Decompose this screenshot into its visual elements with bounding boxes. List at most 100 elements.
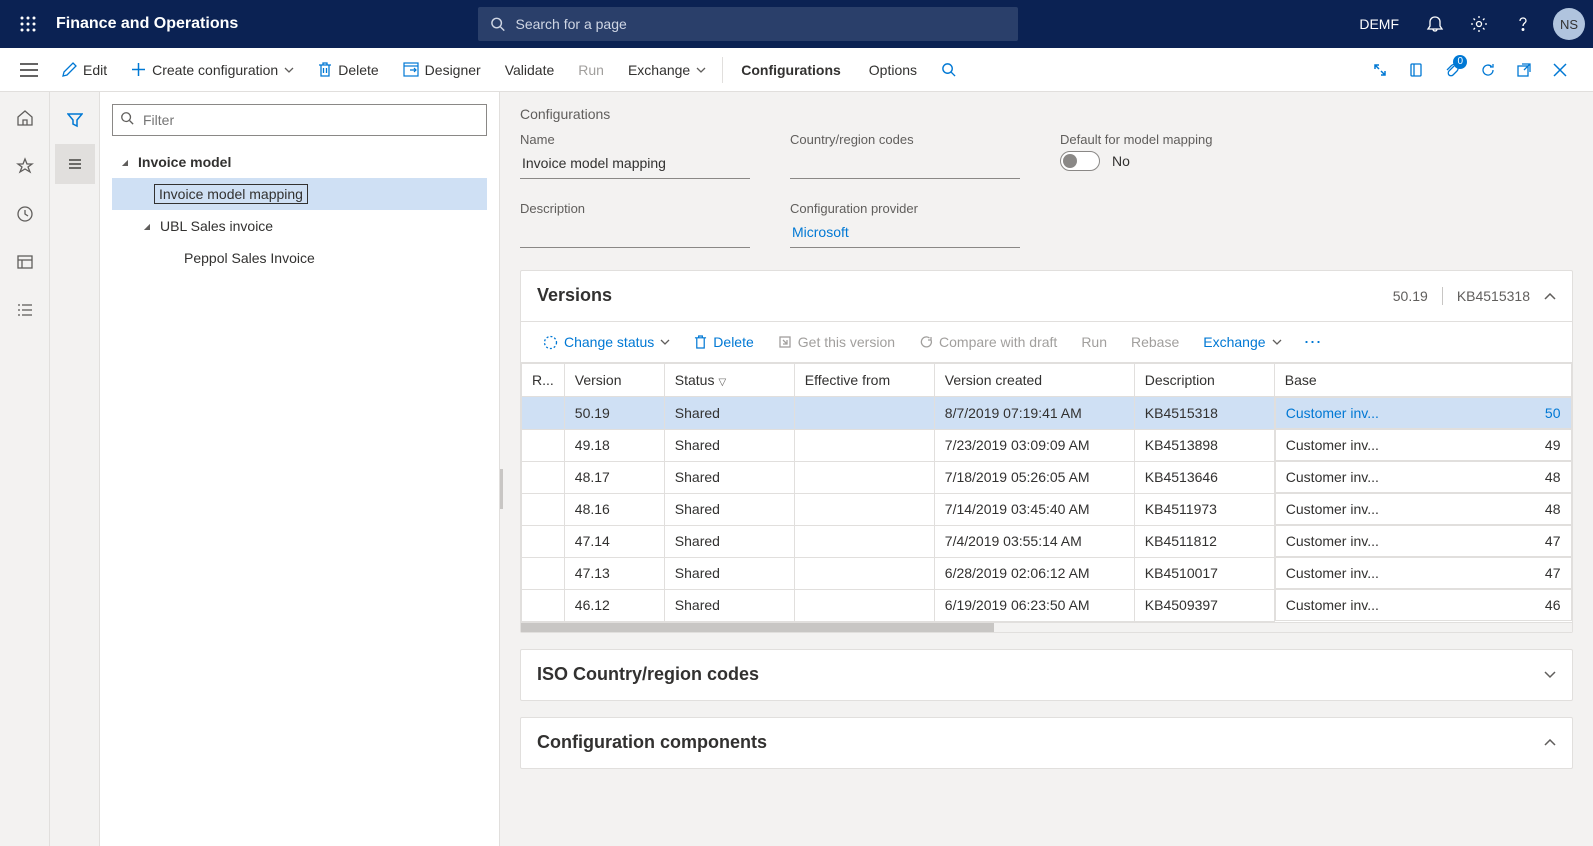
table-cell: 50.19 (564, 397, 664, 430)
delete-label: Delete (338, 62, 378, 78)
versions-toolbar: Change status Delete Get this version Co… (521, 321, 1572, 362)
table-cell (794, 525, 934, 557)
table-row[interactable]: 48.16Shared7/14/2019 03:45:40 AMKB451197… (522, 493, 1572, 525)
detail-panel: Configurations Name Invoice model mappin… (500, 92, 1593, 846)
components-header[interactable]: Configuration components (521, 718, 1572, 768)
attachment-icon[interactable]: 0 (1435, 53, 1469, 87)
horizontal-scrollbar[interactable] (521, 622, 1572, 632)
search-action-button[interactable] (931, 48, 966, 92)
table-cell: 6/19/2019 06:23:50 AM (934, 589, 1134, 621)
edit-button[interactable]: Edit (50, 48, 119, 92)
table-cell: KB4513646 (1134, 461, 1274, 493)
versions-exchange-button[interactable]: Exchange (1193, 330, 1291, 354)
close-icon[interactable] (1543, 53, 1577, 87)
recent-icon[interactable] (5, 194, 45, 234)
exchange-button[interactable]: Exchange (616, 48, 718, 92)
iso-header[interactable]: ISO Country/region codes (521, 650, 1572, 700)
compare-button: Compare with draft (909, 330, 1067, 354)
versions-title: Versions (537, 285, 1393, 306)
table-row[interactable]: 49.18Shared7/23/2019 03:09:09 AMKB451389… (522, 429, 1572, 461)
col-base[interactable]: Base (1274, 364, 1571, 397)
get-version-label: Get this version (798, 334, 895, 350)
default-label: Default for model mapping (1060, 132, 1290, 147)
tree-item[interactable]: ◢Invoice model (112, 146, 487, 178)
col-version[interactable]: Version (564, 364, 664, 397)
book-icon[interactable] (1399, 53, 1433, 87)
tree-item[interactable]: Peppol Sales Invoice (112, 242, 487, 274)
run-button: Run (566, 48, 616, 92)
compare-label: Compare with draft (939, 334, 1057, 350)
user-avatar[interactable]: NS (1553, 8, 1585, 40)
table-cell (522, 525, 565, 557)
tab-configurations[interactable]: Configurations (727, 48, 855, 92)
settings-icon[interactable] (1459, 4, 1499, 44)
table-cell: KB4511973 (1134, 493, 1274, 525)
chevron-up-icon (1544, 288, 1556, 304)
col-effective[interactable]: Effective from (794, 364, 934, 397)
col-description[interactable]: Description (1134, 364, 1274, 397)
favorites-icon[interactable] (5, 146, 45, 186)
table-row[interactable]: 47.14Shared7/4/2019 03:55:14 AMKB4511812… (522, 525, 1572, 557)
change-status-button[interactable]: Change status (533, 330, 680, 354)
table-row[interactable]: 47.13Shared6/28/2019 02:06:12 AMKB451001… (522, 557, 1572, 589)
versions-table: R... Version Status▽ Effective from Vers… (521, 363, 1572, 622)
chevron-down-icon (284, 67, 294, 73)
table-cell: 7/23/2019 03:09:09 AM (934, 429, 1134, 461)
tool-rail (50, 92, 100, 846)
delete-button[interactable]: Delete (306, 48, 390, 92)
app-launcher-icon[interactable] (8, 4, 48, 44)
versions-header[interactable]: Versions 50.19 KB4515318 (521, 271, 1572, 321)
global-search[interactable] (478, 7, 1018, 41)
hamburger-button[interactable] (8, 48, 50, 92)
change-status-label: Change status (564, 334, 654, 350)
col-status[interactable]: Status▽ (664, 364, 794, 397)
table-cell: 46.12 (564, 589, 664, 621)
refresh-icon[interactable] (1471, 53, 1505, 87)
notifications-icon[interactable] (1415, 4, 1455, 44)
versions-delete-label: Delete (713, 334, 753, 350)
list-icon[interactable] (55, 144, 95, 184)
designer-button[interactable]: Designer (391, 48, 493, 92)
link-icon[interactable] (1363, 53, 1397, 87)
plus-icon (131, 62, 146, 77)
validate-label: Validate (505, 62, 555, 78)
description-value[interactable] (520, 220, 750, 248)
default-toggle[interactable] (1060, 151, 1100, 171)
tree-filter-input[interactable] (112, 104, 487, 136)
more-actions-button[interactable]: ⋯ (1296, 332, 1332, 353)
global-search-input[interactable] (515, 16, 1006, 32)
company-indicator[interactable]: DEMF (1347, 16, 1411, 32)
region-value[interactable] (790, 151, 1020, 179)
workspaces-icon[interactable] (5, 242, 45, 282)
col-created[interactable]: Version created (934, 364, 1134, 397)
tree-item-label: Invoice model (132, 154, 231, 170)
action-bar: Edit Create configuration Delete Designe… (0, 48, 1593, 92)
home-icon[interactable] (5, 98, 45, 138)
table-cell: Shared (664, 493, 794, 525)
validate-button[interactable]: Validate (493, 48, 567, 92)
table-cell: KB4509397 (1134, 589, 1274, 621)
modules-icon[interactable] (5, 290, 45, 330)
popout-icon[interactable] (1507, 53, 1541, 87)
chevron-down-icon (660, 339, 670, 345)
create-configuration-button[interactable]: Create configuration (119, 48, 306, 92)
table-cell: Customer inv...46 (1275, 589, 1572, 621)
table-cell: Shared (664, 429, 794, 461)
table-row[interactable]: 46.12Shared6/19/2019 06:23:50 AMKB450939… (522, 589, 1572, 621)
compare-icon (919, 335, 933, 349)
help-icon[interactable] (1503, 4, 1543, 44)
tree-item[interactable]: Invoice model mapping (112, 178, 487, 210)
filter-icon[interactable] (55, 100, 95, 140)
splitter-handle[interactable] (500, 469, 503, 509)
table-row[interactable]: 48.17Shared7/18/2019 05:26:05 AMKB451364… (522, 461, 1572, 493)
versions-delete-button[interactable]: Delete (684, 330, 763, 354)
tab-options[interactable]: Options (855, 48, 931, 92)
status-icon (543, 335, 558, 350)
provider-value[interactable]: Microsoft (790, 220, 1020, 248)
trash-icon (318, 62, 332, 77)
col-r[interactable]: R... (522, 364, 565, 397)
name-value[interactable]: Invoice model mapping (520, 151, 750, 179)
table-row[interactable]: 50.19Shared8/7/2019 07:19:41 AMKB4515318… (522, 397, 1572, 430)
tree-item[interactable]: ◢UBL Sales invoice (112, 210, 487, 242)
chevron-down-icon (696, 67, 706, 73)
